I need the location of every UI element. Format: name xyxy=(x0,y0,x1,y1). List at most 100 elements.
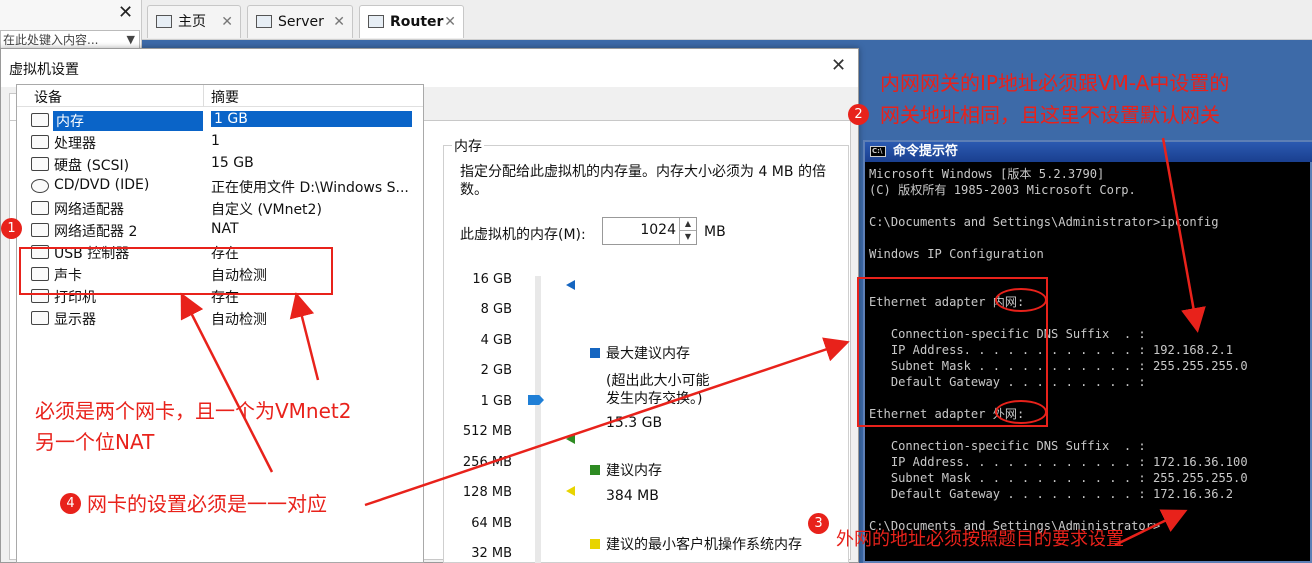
legend-max-recommended: 最大建议内存 xyxy=(590,343,690,363)
library-pane: ✕ 在此处键入内容... ▼ xyxy=(0,0,142,50)
device-row-memory[interactable]: 内存 1 GB xyxy=(17,109,423,131)
legend-label: 建议的最小客户机操作系统内存 xyxy=(606,537,802,553)
dialog-titlebar: 虚拟机设置 ✕ xyxy=(1,49,858,87)
slider-tick-label: 2 GB xyxy=(480,363,512,378)
vm-icon xyxy=(256,15,272,28)
device-name: CD/DVD (IDE) xyxy=(54,177,150,193)
column-device[interactable]: 设备 xyxy=(34,87,62,107)
note-one-to-one: 网卡的设置必须是一一对应 xyxy=(87,492,327,516)
device-row-cd[interactable]: CD/DVD (IDE) 正在使用文件 D:\Windows S... xyxy=(17,175,423,197)
chevron-down-icon[interactable]: ▼ xyxy=(127,31,135,49)
slider-tick-label: 1 GB xyxy=(480,394,512,409)
column-summary[interactable]: 摘要 xyxy=(211,87,239,107)
slider-tick-label: 256 MB xyxy=(462,455,512,470)
spin-down-icon[interactable]: ▼ xyxy=(679,231,696,244)
recommended-marker xyxy=(566,434,575,444)
close-icon[interactable]: ✕ xyxy=(118,2,133,23)
memory-icon xyxy=(31,113,49,127)
device-list-header: 设备 摘要 xyxy=(17,85,423,107)
device-name: 处理器 xyxy=(54,136,96,152)
terminal-icon: C:\ xyxy=(870,146,886,157)
legend-label: 最大建议内存 xyxy=(606,346,690,362)
legend-min-guest: 建议的最小客户机操作系统内存 xyxy=(590,534,802,554)
device-row-cpu[interactable]: 处理器 1 xyxy=(17,131,423,153)
harddisk-icon xyxy=(31,157,49,171)
device-summary: 15 GB xyxy=(211,155,254,171)
dialog-title: 虚拟机设置 xyxy=(9,62,79,78)
memory-size-stepper[interactable]: 1024 ▲ ▼ xyxy=(602,217,697,245)
badge-1: 1 xyxy=(1,218,22,239)
device-summary: 自定义 (VMnet2) xyxy=(211,202,322,218)
badge-3: 3 xyxy=(808,513,829,534)
device-name: 硬盘 (SCSI) xyxy=(54,158,130,174)
slider-tick-label: 128 MB xyxy=(462,485,512,500)
legend-note: (超出此大小可能 xyxy=(606,373,710,389)
library-search-input[interactable]: 在此处键入内容... ▼ xyxy=(0,30,140,50)
legend-recommended: 建议内存 xyxy=(590,460,662,480)
tab-label: Server xyxy=(278,14,324,30)
spin-up-icon[interactable]: ▲ xyxy=(679,218,696,231)
tab-label: 主页 xyxy=(178,14,206,30)
device-row-display[interactable]: 显示器 自动检测 xyxy=(17,307,423,329)
note-two-adapters-line2: 另一个位NAT xyxy=(35,430,155,454)
home-icon xyxy=(156,15,172,28)
device-row-network2[interactable]: 网络适配器 2 NAT xyxy=(17,219,423,241)
cmd-titlebar: C:\ 命令提示符 xyxy=(865,142,1312,162)
memory-unit: MB xyxy=(704,224,726,240)
memory-slider-thumb[interactable] xyxy=(528,395,544,405)
note-gateway-line1: 内网网关的IP地址必须跟VM-A中设置的 xyxy=(880,71,1230,95)
legend-swatch xyxy=(590,465,600,475)
memory-panel: 内存 指定分配给此虚拟机的内存量。内存大小必须为 4 MB 的倍数。 此虚拟机的… xyxy=(443,136,849,563)
memory-input-label: 此虚拟机的内存(M): xyxy=(460,227,586,243)
device-summary: 1 xyxy=(211,133,220,149)
min-guest-marker xyxy=(566,486,575,496)
device-name: 网络适配器 2 xyxy=(54,224,138,240)
close-icon[interactable]: ✕ xyxy=(444,6,456,38)
legend-swatch xyxy=(590,348,600,358)
close-icon[interactable]: ✕ xyxy=(333,6,345,38)
slider-tick-label: 8 GB xyxy=(480,302,512,317)
network-icon xyxy=(31,223,49,237)
memory-size-value[interactable]: 1024 xyxy=(640,222,676,238)
tab-label: Router xyxy=(390,14,444,30)
close-icon[interactable]: ✕ xyxy=(831,55,846,76)
cd-icon xyxy=(31,179,49,193)
device-name: 网络适配器 xyxy=(54,202,124,218)
memory-description: 指定分配给此虚拟机的内存量。内存大小必须为 4 MB 的倍数。 xyxy=(460,164,826,198)
close-icon[interactable]: ✕ xyxy=(221,6,233,38)
vm-icon xyxy=(368,15,384,28)
monitor-icon xyxy=(31,311,49,325)
wan-adapter-highlight xyxy=(995,400,1047,424)
column-divider[interactable] xyxy=(203,85,204,107)
note-wan-address: 外网的地址必须按照题目的要求设置 xyxy=(836,529,1124,550)
memory-panel-title: 内存 xyxy=(452,136,484,156)
legend-note: 发生内存交换。) xyxy=(606,391,703,407)
network-adapters-highlight xyxy=(19,247,333,295)
legend-swatch xyxy=(590,539,600,549)
note-gateway-line2: 网关地址相同，且这里不设置默认网关 xyxy=(880,103,1220,127)
device-summary: 自动检测 xyxy=(211,312,267,328)
memory-slider-track[interactable] xyxy=(535,276,541,563)
device-row-harddisk[interactable]: 硬盘 (SCSI) 15 GB xyxy=(17,153,423,175)
device-row-network1[interactable]: 网络适配器 自定义 (VMnet2) xyxy=(17,197,423,219)
network-icon xyxy=(31,201,49,215)
lan-adapter-highlight xyxy=(995,288,1047,312)
tab-server[interactable]: Server ✕ xyxy=(247,5,353,38)
slider-tick-label: 512 MB xyxy=(462,424,512,439)
slider-tick-label: 16 GB xyxy=(472,272,512,287)
badge-2: 2 xyxy=(848,104,869,125)
device-summary: 1 GB xyxy=(211,111,412,127)
slider-tick-label: 4 GB xyxy=(480,333,512,348)
tab-router[interactable]: Router ✕ xyxy=(359,5,464,38)
slider-tick-label: 32 MB xyxy=(471,546,512,561)
max-recommended-marker xyxy=(566,280,575,290)
slider-tick-label: 64 MB xyxy=(471,516,512,531)
device-summary: 正在使用文件 D:\Windows S... xyxy=(211,180,409,196)
legend-value: 15.3 GB xyxy=(606,415,663,431)
tab-home[interactable]: 主页 ✕ xyxy=(147,5,241,38)
note-two-adapters-line1: 必须是两个网卡，且一个为VMnet2 xyxy=(35,399,352,423)
badge-4: 4 xyxy=(60,493,81,514)
device-name: 显示器 xyxy=(54,312,96,328)
device-name: 内存 xyxy=(53,111,203,131)
search-placeholder: 在此处键入内容... xyxy=(3,33,99,47)
